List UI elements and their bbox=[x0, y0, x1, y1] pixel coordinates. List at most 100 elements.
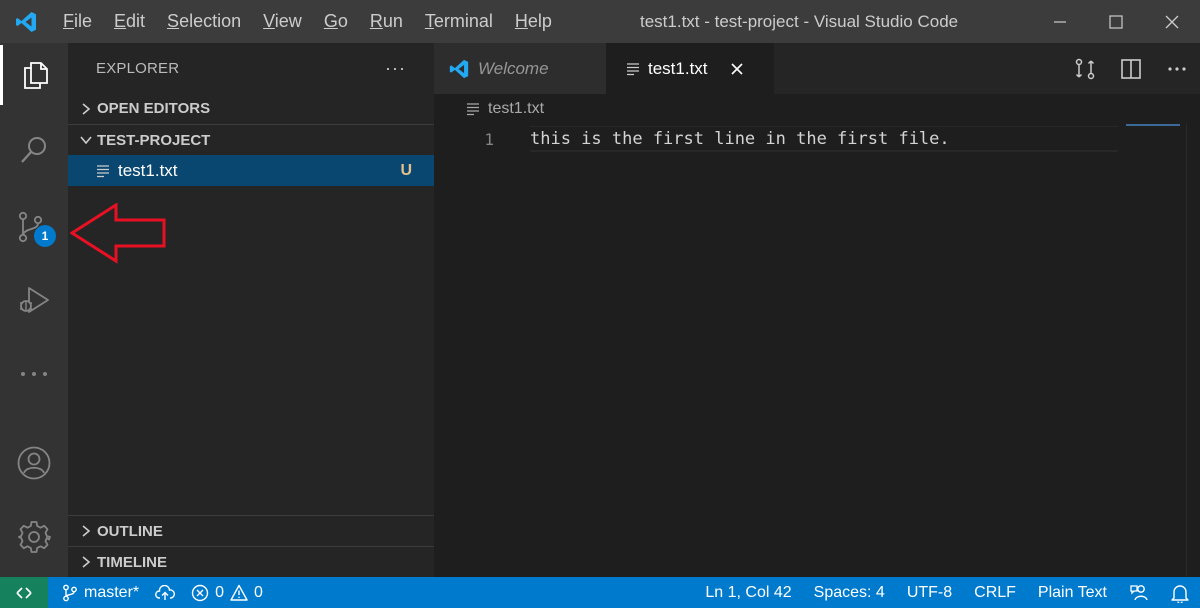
git-branch[interactable]: master* bbox=[54, 577, 147, 608]
tab-label: test1.txt bbox=[648, 58, 708, 78]
menu-file[interactable]: File bbox=[52, 0, 103, 43]
annotation-arrow-icon bbox=[70, 203, 166, 264]
line-text: this is the first line in the first file… bbox=[530, 129, 950, 149]
search-icon bbox=[21, 137, 46, 163]
title-bar: File Edit Selection View Go Run Terminal… bbox=[0, 0, 1200, 43]
activity-more[interactable] bbox=[0, 344, 68, 404]
window-controls bbox=[1032, 0, 1200, 43]
status-bar: master* 0 0 Ln 1, Col 42 Spaces: 4 UTF-8… bbox=[0, 577, 1200, 608]
section-label: OUTLINE bbox=[97, 522, 163, 540]
chevron-right-icon bbox=[76, 524, 96, 538]
encoding[interactable]: UTF-8 bbox=[896, 577, 963, 608]
activity-accounts[interactable] bbox=[0, 433, 68, 493]
feedback-button[interactable] bbox=[1118, 577, 1160, 608]
problems-indicator[interactable]: 0 0 bbox=[183, 577, 271, 608]
source-control-badge: 1 bbox=[34, 225, 56, 247]
publish-branch-button[interactable] bbox=[147, 577, 183, 608]
chevron-right-icon bbox=[76, 102, 96, 116]
tab-welcome[interactable]: Welcome bbox=[434, 43, 606, 94]
sidebar-header: EXPLORER ··· bbox=[68, 43, 434, 93]
remote-icon bbox=[16, 586, 32, 599]
status-bar-right: Ln 1, Col 42 Spaces: 4 UTF-8 CRLF Plain … bbox=[694, 577, 1200, 608]
warning-count: 0 bbox=[254, 583, 263, 601]
vscode-logo-icon bbox=[449, 59, 469, 78]
indentation[interactable]: Spaces: 4 bbox=[803, 577, 896, 608]
text-file-icon bbox=[96, 164, 110, 178]
notifications-button[interactable] bbox=[1160, 577, 1200, 608]
text-file-icon bbox=[466, 102, 480, 116]
more-icon bbox=[1168, 66, 1186, 71]
account-icon bbox=[17, 446, 51, 480]
split-editor-button[interactable] bbox=[1108, 43, 1154, 94]
minimize-button[interactable] bbox=[1032, 0, 1088, 43]
code-editor[interactable]: 1 this is the first line in the first fi… bbox=[434, 124, 1200, 577]
menu-go[interactable]: Go bbox=[313, 0, 359, 43]
files-icon bbox=[23, 62, 48, 89]
minimize-icon bbox=[1054, 20, 1066, 23]
menu-view[interactable]: View bbox=[252, 0, 313, 43]
section-timeline[interactable]: TIMELINE bbox=[68, 546, 434, 577]
line-number: 1 bbox=[484, 129, 494, 149]
menu-bar: File Edit Selection View Go Run Terminal… bbox=[52, 0, 563, 43]
activity-source-control[interactable]: 1 bbox=[0, 197, 68, 257]
maximize-icon bbox=[1109, 14, 1123, 29]
compare-changes-icon bbox=[1075, 58, 1095, 79]
section-label: TIMELINE bbox=[97, 553, 167, 571]
file-name: test1.txt bbox=[118, 160, 178, 180]
menu-edit[interactable]: Edit bbox=[103, 0, 156, 43]
cursor-position[interactable]: Ln 1, Col 42 bbox=[694, 577, 802, 608]
open-changes-button[interactable] bbox=[1062, 43, 1108, 94]
end-of-line[interactable]: CRLF bbox=[963, 577, 1027, 608]
run-debug-icon bbox=[20, 287, 49, 313]
sidebar-title: EXPLORER bbox=[96, 59, 180, 77]
chevron-right-icon bbox=[76, 555, 96, 569]
split-editor-icon bbox=[1121, 58, 1141, 79]
activity-bar: 1 bbox=[0, 43, 68, 577]
language-mode[interactable]: Plain Text bbox=[1027, 577, 1118, 608]
section-open-editors[interactable]: OPEN EDITORS bbox=[68, 93, 434, 124]
chevron-down-icon bbox=[76, 134, 96, 146]
close-tab-icon[interactable] bbox=[730, 62, 744, 76]
error-count: 0 bbox=[215, 583, 225, 601]
section-test-project[interactable]: TEST-PROJECT bbox=[68, 124, 434, 155]
text-file-icon bbox=[626, 62, 640, 76]
section-label: TEST-PROJECT bbox=[97, 131, 211, 149]
activity-search[interactable] bbox=[0, 120, 68, 180]
menu-terminal[interactable]: Terminal bbox=[414, 0, 504, 43]
activity-explorer[interactable] bbox=[0, 45, 68, 105]
menu-selection[interactable]: Selection bbox=[156, 0, 252, 43]
breadcrumb[interactable]: test1.txt bbox=[434, 94, 1200, 124]
warning-icon bbox=[230, 584, 248, 602]
section-outline[interactable]: OUTLINE bbox=[68, 515, 434, 546]
maximize-button[interactable] bbox=[1088, 0, 1144, 43]
vertical-scrollbar[interactable] bbox=[1186, 124, 1200, 577]
close-icon bbox=[1165, 15, 1179, 28]
editor-actions bbox=[1062, 43, 1200, 94]
editor-more-button[interactable] bbox=[1154, 43, 1200, 94]
window-title: test1.txt - test-project - Visual Studio… bbox=[640, 12, 959, 31]
menu-run[interactable]: Run bbox=[359, 0, 414, 43]
editor-tabs: Welcome test1.txt bbox=[434, 43, 1200, 94]
file-item-test1[interactable]: test1.txt U bbox=[68, 155, 434, 186]
sidebar-more-button[interactable]: ··· bbox=[385, 58, 406, 79]
vscode-logo-icon[interactable] bbox=[0, 0, 52, 43]
gear-icon bbox=[18, 521, 51, 553]
minimap[interactable] bbox=[1126, 124, 1180, 126]
section-label: OPEN EDITORS bbox=[97, 100, 211, 117]
feedback-icon bbox=[1130, 584, 1148, 600]
activity-manage[interactable] bbox=[0, 507, 68, 567]
cloud-upload-icon bbox=[155, 584, 176, 600]
menu-help[interactable]: Help bbox=[504, 0, 563, 43]
breadcrumb-file: test1.txt bbox=[488, 100, 545, 117]
tab-label: Welcome bbox=[478, 58, 549, 78]
tab-test1[interactable]: test1.txt bbox=[606, 43, 774, 94]
untracked-status-badge: U bbox=[400, 161, 412, 179]
code-line[interactable]: 1 this is the first line in the first fi… bbox=[434, 126, 1118, 152]
branch-name: master* bbox=[84, 583, 140, 601]
explorer-sidebar: EXPLORER ··· OPEN EDITORS TEST-PROJECT t… bbox=[68, 43, 434, 577]
close-window-button[interactable] bbox=[1144, 0, 1200, 43]
remote-indicator[interactable] bbox=[0, 577, 48, 608]
more-icon bbox=[21, 372, 47, 376]
activity-run-debug[interactable] bbox=[0, 270, 68, 330]
bell-icon bbox=[1171, 584, 1189, 603]
